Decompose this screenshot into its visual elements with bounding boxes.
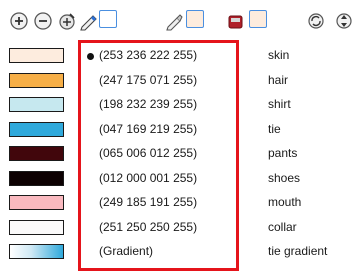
- paint-color-swatch-button[interactable]: [249, 10, 267, 28]
- color-name: collar: [268, 219, 297, 234]
- color-name: tie gradient: [268, 244, 328, 258]
- color-row-pants[interactable]: (065 006 012 255) pants: [0, 142, 362, 165]
- color-swatch[interactable]: [9, 48, 64, 63]
- color-row-tie-gradient[interactable]: (Gradient) tie gradient: [0, 240, 362, 263]
- color-value: (249 185 191 255): [99, 195, 198, 209]
- color-swatch[interactable]: [9, 195, 64, 210]
- remove-circle-icon[interactable]: [33, 11, 53, 31]
- selected-bullet-icon: [87, 53, 94, 60]
- color-palette-toolbar: [0, 0, 362, 40]
- color-row-mouth[interactable]: (249 185 191 255) mouth: [0, 191, 362, 214]
- color-swatch[interactable]: [9, 146, 64, 161]
- color-name: pants: [268, 146, 298, 160]
- color-name: shirt: [268, 97, 291, 111]
- color-name: skin: [268, 48, 290, 62]
- color-swatch[interactable]: [9, 219, 64, 235]
- color-row-collar[interactable]: (251 250 250 255) collar: [0, 216, 362, 239]
- color-name: hair: [268, 72, 289, 87]
- color-value: (Gradient): [99, 244, 154, 258]
- brush-icon[interactable]: [164, 11, 184, 31]
- color-value: (198 232 239 255): [99, 97, 198, 111]
- color-swatch[interactable]: [9, 97, 64, 112]
- color-row-tie[interactable]: (047 169 219 255) tie: [0, 118, 362, 141]
- recycle-icon[interactable]: [306, 11, 326, 31]
- color-name: mouth: [268, 195, 302, 209]
- color-row-shirt[interactable]: (198 232 239 255) shirt: [0, 93, 362, 116]
- line-color-swatch-button[interactable]: [99, 10, 117, 28]
- color-swatch[interactable]: [9, 170, 64, 186]
- color-value: (251 250 250 255): [99, 219, 198, 234]
- color-value: (065 006 012 255): [99, 146, 198, 160]
- color-swatch[interactable]: [9, 121, 64, 137]
- pencil-icon[interactable]: [79, 11, 99, 31]
- color-value: (253 236 222 255): [99, 48, 198, 62]
- fill-color-swatch-button[interactable]: [186, 10, 204, 28]
- color-value: (012 000 001 255): [99, 170, 198, 185]
- color-value: (247 175 071 255): [99, 72, 198, 87]
- add-circle-icon[interactable]: [9, 11, 29, 31]
- paint-bucket-icon[interactable]: [226, 11, 246, 31]
- color-row-shoes[interactable]: (012 000 001 255) shoes: [0, 167, 362, 190]
- style-picker-icon[interactable]: [57, 11, 77, 31]
- color-value: (047 169 219 255): [99, 121, 198, 136]
- color-swatch[interactable]: [9, 244, 64, 259]
- color-row-hair[interactable]: (247 175 071 255) hair: [0, 69, 362, 92]
- color-name: shoes: [268, 170, 301, 185]
- color-name: tie: [268, 121, 281, 136]
- scroll-arrows-icon[interactable]: [334, 11, 354, 31]
- color-row-skin[interactable]: (253 236 222 255) skin: [0, 44, 362, 67]
- color-swatch[interactable]: [9, 72, 64, 88]
